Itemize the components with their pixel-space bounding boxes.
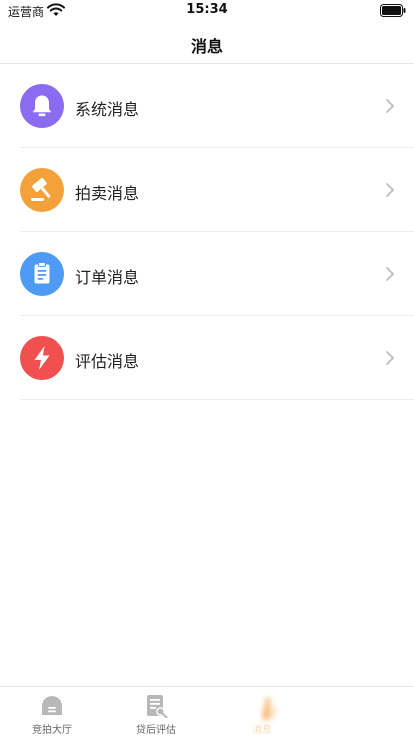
navigation-bar: 消息 (0, 22, 414, 64)
tab-label: 竞拍大厅 (32, 725, 72, 736)
tab-label: 消息 (252, 725, 272, 736)
tab-post-loan-evaluation[interactable]: 贷后评估 (104, 687, 208, 736)
battery-icon (380, 4, 406, 17)
tab-messages[interactable]: 消息 (236, 687, 340, 736)
tab-label: 贷后评估 (136, 725, 176, 736)
gavel-icon (20, 168, 64, 212)
chevron-right-icon (386, 267, 394, 281)
bottom-tab-bar: 竞拍大厅 贷后评估 消息 (0, 686, 414, 736)
bell-icon (20, 84, 64, 128)
status-bar: 运营商 15:34 (0, 0, 414, 22)
message-row-label: 拍卖消息 (75, 184, 140, 203)
tab-auction-hall[interactable]: 竞拍大厅 (0, 687, 104, 736)
message-row-label: 评估消息 (75, 352, 140, 371)
message-row-order[interactable]: 订单消息 (20, 232, 414, 316)
page-title: 消息 (190, 37, 223, 56)
message-row-evaluation[interactable]: 评估消息 (20, 316, 414, 400)
message-row-label: 订单消息 (75, 268, 140, 287)
message-icon (262, 697, 276, 719)
chevron-right-icon (386, 351, 394, 365)
lightning-icon (20, 336, 64, 380)
chevron-right-icon (386, 183, 394, 197)
message-row-auction[interactable]: 拍卖消息 (20, 148, 414, 232)
messages-screen: 运营商 15:34 消息 系统消息 拍卖消息 订单消息 评估消息 竞拍大厅 贷后… (0, 0, 414, 736)
chevron-right-icon (386, 99, 394, 113)
auction-hall-icon (42, 696, 62, 715)
clipboard-icon (20, 252, 64, 296)
report-search-icon (147, 695, 168, 718)
status-time: 15:34 (186, 2, 228, 17)
message-row-system[interactable]: 系统消息 (20, 64, 414, 148)
message-category-list: 系统消息 拍卖消息 订单消息 评估消息 (0, 64, 414, 400)
message-row-label: 系统消息 (75, 100, 140, 119)
